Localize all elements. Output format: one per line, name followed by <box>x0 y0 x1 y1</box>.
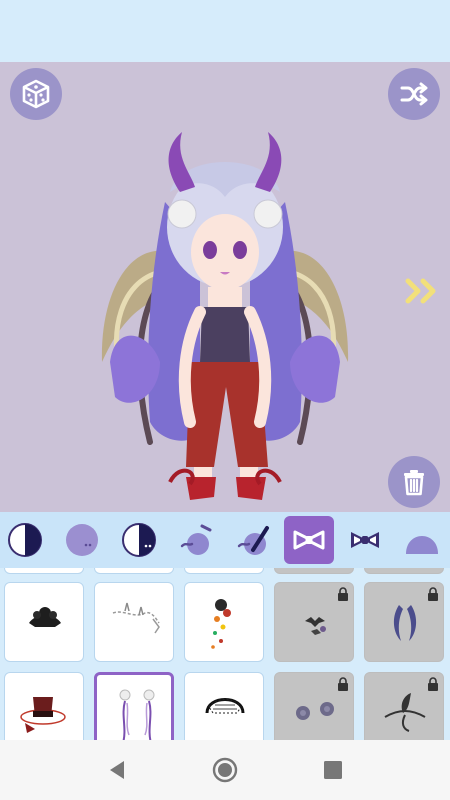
mini-top-hat-icon <box>20 697 66 733</box>
grid-cell-partial <box>274 568 354 574</box>
item-bat-clips[interactable] <box>274 582 354 662</box>
double-chevron-right-icon[interactable] <box>404 276 442 306</box>
item-black-headpiece[interactable] <box>4 582 84 662</box>
system-navbar <box>0 740 450 800</box>
tab-eyes[interactable] <box>114 516 164 564</box>
leaf-ornament-icon <box>384 693 426 732</box>
tab-hair[interactable] <box>397 516 447 564</box>
home-circle-icon[interactable] <box>212 757 238 783</box>
character-stage <box>0 62 450 512</box>
black-headpiece-icon <box>29 607 61 627</box>
lace-headband-icon <box>205 698 245 714</box>
item-grid <box>0 568 450 740</box>
silver-chain-tiara-icon <box>112 602 160 634</box>
recents-square-icon[interactable] <box>320 757 346 783</box>
shuffle-icon <box>400 82 428 106</box>
eyebrow-icon <box>237 526 269 555</box>
lock-icon <box>428 677 438 691</box>
back-triangle-icon[interactable] <box>104 757 130 783</box>
grid-cell-partial <box>94 568 174 574</box>
tab-hair-accessory[interactable] <box>284 516 334 564</box>
tab-eyebrows[interactable] <box>228 516 278 564</box>
status-bar <box>0 0 450 62</box>
eyes-icon <box>122 523 156 557</box>
tab-mouth[interactable] <box>171 516 221 564</box>
item-flower-hairpin[interactable] <box>184 582 264 662</box>
item-rose-clips[interactable] <box>274 672 354 740</box>
purple-horns-icon <box>393 605 417 641</box>
item-silver-chain-tiara[interactable] <box>94 582 174 662</box>
face-icon <box>66 524 98 556</box>
item-rose-chain[interactable] <box>94 672 174 740</box>
grid-cell-partial <box>184 568 264 574</box>
lock-icon <box>338 677 348 691</box>
item-leaf-ornament[interactable] <box>364 672 444 740</box>
grid-cell-partial <box>4 568 84 574</box>
tab-skin[interactable] <box>0 516 50 564</box>
bat-clips-icon <box>305 617 326 635</box>
item-purple-horns[interactable] <box>364 582 444 662</box>
bow-tie-icon <box>351 532 379 548</box>
hair-accessory-bow-icon <box>293 530 325 550</box>
flower-hairpin-icon <box>211 599 231 649</box>
item-lace-headband[interactable] <box>184 672 264 740</box>
grid-cell-partial <box>364 568 444 574</box>
category-tabs <box>0 512 450 568</box>
hair-icon <box>406 536 438 554</box>
lock-icon <box>338 587 348 601</box>
shuffle-button[interactable] <box>388 68 440 120</box>
tab-bow-tie[interactable] <box>340 516 390 564</box>
trash-icon <box>404 470 424 496</box>
skin-tone-icon <box>8 523 42 557</box>
character-avatar <box>101 132 349 500</box>
trash-button[interactable] <box>388 456 440 508</box>
lock-icon <box>428 587 438 601</box>
dice-cube-icon <box>22 79 50 109</box>
tab-face[interactable] <box>57 516 107 564</box>
rose-chain-icon <box>119 689 155 740</box>
item-mini-top-hat[interactable] <box>4 672 84 740</box>
random-button[interactable] <box>10 68 62 120</box>
rose-clips-icon <box>296 702 334 720</box>
mouth-icon <box>180 524 212 555</box>
